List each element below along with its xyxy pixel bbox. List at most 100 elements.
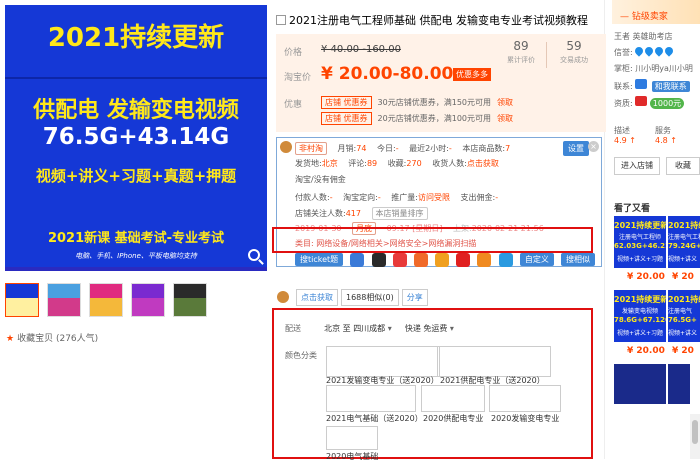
panel-row-fans: 店铺关注人数:417 本店销量排序 [295,207,428,220]
seen-item-1[interactable]: 2021持续更新 注册电气工程师 62.03G+46.21G 视频+讲义+习题 [614,216,666,268]
seen-item-2-price: ¥ 20 [672,272,694,282]
thumbnail-3[interactable] [89,283,123,317]
search-question-button[interactable]: 搜ticket题 [295,253,344,266]
village-tag: 非村淘 [295,142,327,155]
coupon-1-claim-link[interactable]: 领取 [497,98,513,107]
tool-icon-4[interactable] [413,253,428,267]
hero-line-1: 2021持续更新 [47,23,225,53]
shop-credit: 信誉: [614,45,675,58]
diamond-icon [643,45,655,57]
vertical-scrollbar[interactable] [690,414,700,459]
diamond-icon [653,45,665,57]
promo-label: 优惠 [284,100,303,110]
sales-label: 交易成功 [560,56,588,64]
qualification-icon [635,96,648,106]
sku-label-4: 2020供配电专业 [423,414,484,423]
product-tag-icon [276,15,286,25]
sku-option-6[interactable] [326,426,378,450]
sku-label-6: 2020电气基础 [326,452,379,461]
more-deals-badge[interactable]: 优惠多多 [453,68,491,81]
price-label: 价格 [284,48,303,58]
seen-item-2[interactable]: 2021持续更新 注册电气工程师 79.24G+ 视频+讲义 [668,216,700,268]
hero-divider [5,77,267,79]
similar-1688-button[interactable]: 1688相似(0) [341,289,399,306]
sku-label-5: 2020发输变电专业 [491,414,560,423]
sku-option-3[interactable] [326,385,416,412]
plugin-toolbar: 搜ticket题 自定义 搜相似 [295,253,599,267]
price-box: 价格 ¥ 40.00 -160.00 89 累计评价 59 交易成功 淘宝价 ¥… [276,34,606,132]
product-title-text: 2021注册电气工程师基础 供配电 发输变电专业考试视频教程 [289,14,588,27]
taobao-price-label: 淘宝价 [284,73,312,83]
shopkeeper-name[interactable]: 川小明ya川小明 [635,64,693,73]
review-stat[interactable]: 89 累计评价 [496,39,546,65]
describe-score: 描述 4.9 ↑ [614,126,636,145]
custom-button[interactable]: 自定义 [519,253,554,266]
seen-again-title: 看了又看 [614,204,651,214]
favorite-label: 收藏宝贝 [17,334,54,344]
search-similar-button[interactable]: 搜相似 [561,253,596,266]
close-icon[interactable]: × [588,141,599,152]
seen-item-6[interactable] [668,364,690,404]
thumbnail-5[interactable] [173,283,207,317]
review-count: 89 [513,39,529,53]
current-price: ¥ 20.00-80.00 [321,64,454,84]
coupon-2-claim-link[interactable]: 领取 [497,114,513,123]
sku-option-5[interactable] [489,385,561,412]
panel-row-origin: 发货地:北京 评论:89 收藏:270 收货人数:点击获取 [295,159,499,168]
service-score: 服务 4.8 ↑ [655,126,677,145]
panel-row-commission: 淘宝/没有佣金 [295,175,346,184]
color-label: 颜色分类 [285,351,317,360]
share-button[interactable]: 分享 [401,289,428,306]
hero-line-2: 供配电 发输变电视频 [33,98,239,123]
panel-row-sales: 非村淘 月销:74 今日:- 最近2小时:- 本店商品数:7 [295,142,510,155]
hero-line-3: 76.5G+43.14G [42,124,230,150]
contact-seller-button[interactable]: 和我联系 [651,81,690,92]
shop-owner[interactable]: 王者 英雄助考店 [614,31,673,42]
zoom-icon[interactable] [248,249,260,261]
recommend-button[interactable]: 点击获取 [296,289,338,306]
diamond-icon [663,45,675,57]
hero-line-4: 视频+讲义+习题+真题+押题 [35,167,237,185]
sku-option-4[interactable] [421,385,485,412]
hero-line-6: 电脑、手机、IPhone、平板电脑均支持 [75,252,197,260]
sku-option-2[interactable] [437,346,551,377]
thumbnail-2[interactable] [47,283,81,317]
user-avatar-icon [277,291,289,303]
seen-item-3[interactable]: 2021持续更新 发输变电视频 78.6G+67.12G 视频+讲义+习题 [614,290,666,342]
sku-option-1[interactable] [326,346,440,377]
thumbnail-4[interactable] [131,283,165,317]
coupon-1: 店铺 优惠券 30元店铺优惠券，满150元可用 领取 [321,96,513,109]
collect-shop-button[interactable]: 收藏 [666,157,700,175]
tool-icon-8[interactable] [498,253,513,267]
coupon-2-text: 20元店铺优惠券，满100元可用 [377,114,491,123]
seen-item-4-price: ¥ 20 [672,346,694,356]
main-product-image[interactable]: 2021持续更新 供配电 发输变电视频 76.5G+43.14G 视频+讲义+习… [5,5,267,271]
tool-icon-7[interactable] [477,253,492,267]
tool-icon-1[interactable] [350,253,365,267]
shop-sales-rank-button[interactable]: 本店销量排序 [371,207,428,220]
deposit-badge: 1000元 [649,98,685,109]
buyer-count-link[interactable]: 点击获取 [467,159,499,168]
describe-value: 4.9 ↑ [614,136,636,145]
crown-icon: — [620,12,632,22]
tool-icon-5[interactable] [435,253,450,267]
tool-icon-3[interactable] [392,253,407,267]
highlight-box-category [272,227,593,253]
enter-shop-button[interactable]: 进入店铺 [614,157,660,175]
seller-level: — 钻级卖家 [620,12,668,22]
tool-icon-2[interactable] [371,253,386,267]
favorite-product[interactable]: ★ 收藏宝贝 (276人气) [6,331,98,344]
service-value: 4.8 ↑ [655,136,677,145]
seen-item-5[interactable] [614,364,666,404]
plugin-avatar-icon [280,141,292,153]
stat-divider [546,42,547,68]
settings-button[interactable]: 设置 [563,141,589,156]
seen-item-4[interactable]: 2021持续更新 注册电气 76.5G+ 视频+讲义 [668,290,700,342]
diamond-icon [633,45,645,57]
scrollbar-thumb[interactable] [692,420,698,444]
tool-icon-6[interactable] [456,253,471,267]
shop-contact: 联系: 和我联系 [614,79,690,92]
thumbnail-1[interactable] [5,283,39,317]
sales-count: 59 [566,39,582,53]
original-price: ¥ 40.00 -160.00 [321,44,401,55]
